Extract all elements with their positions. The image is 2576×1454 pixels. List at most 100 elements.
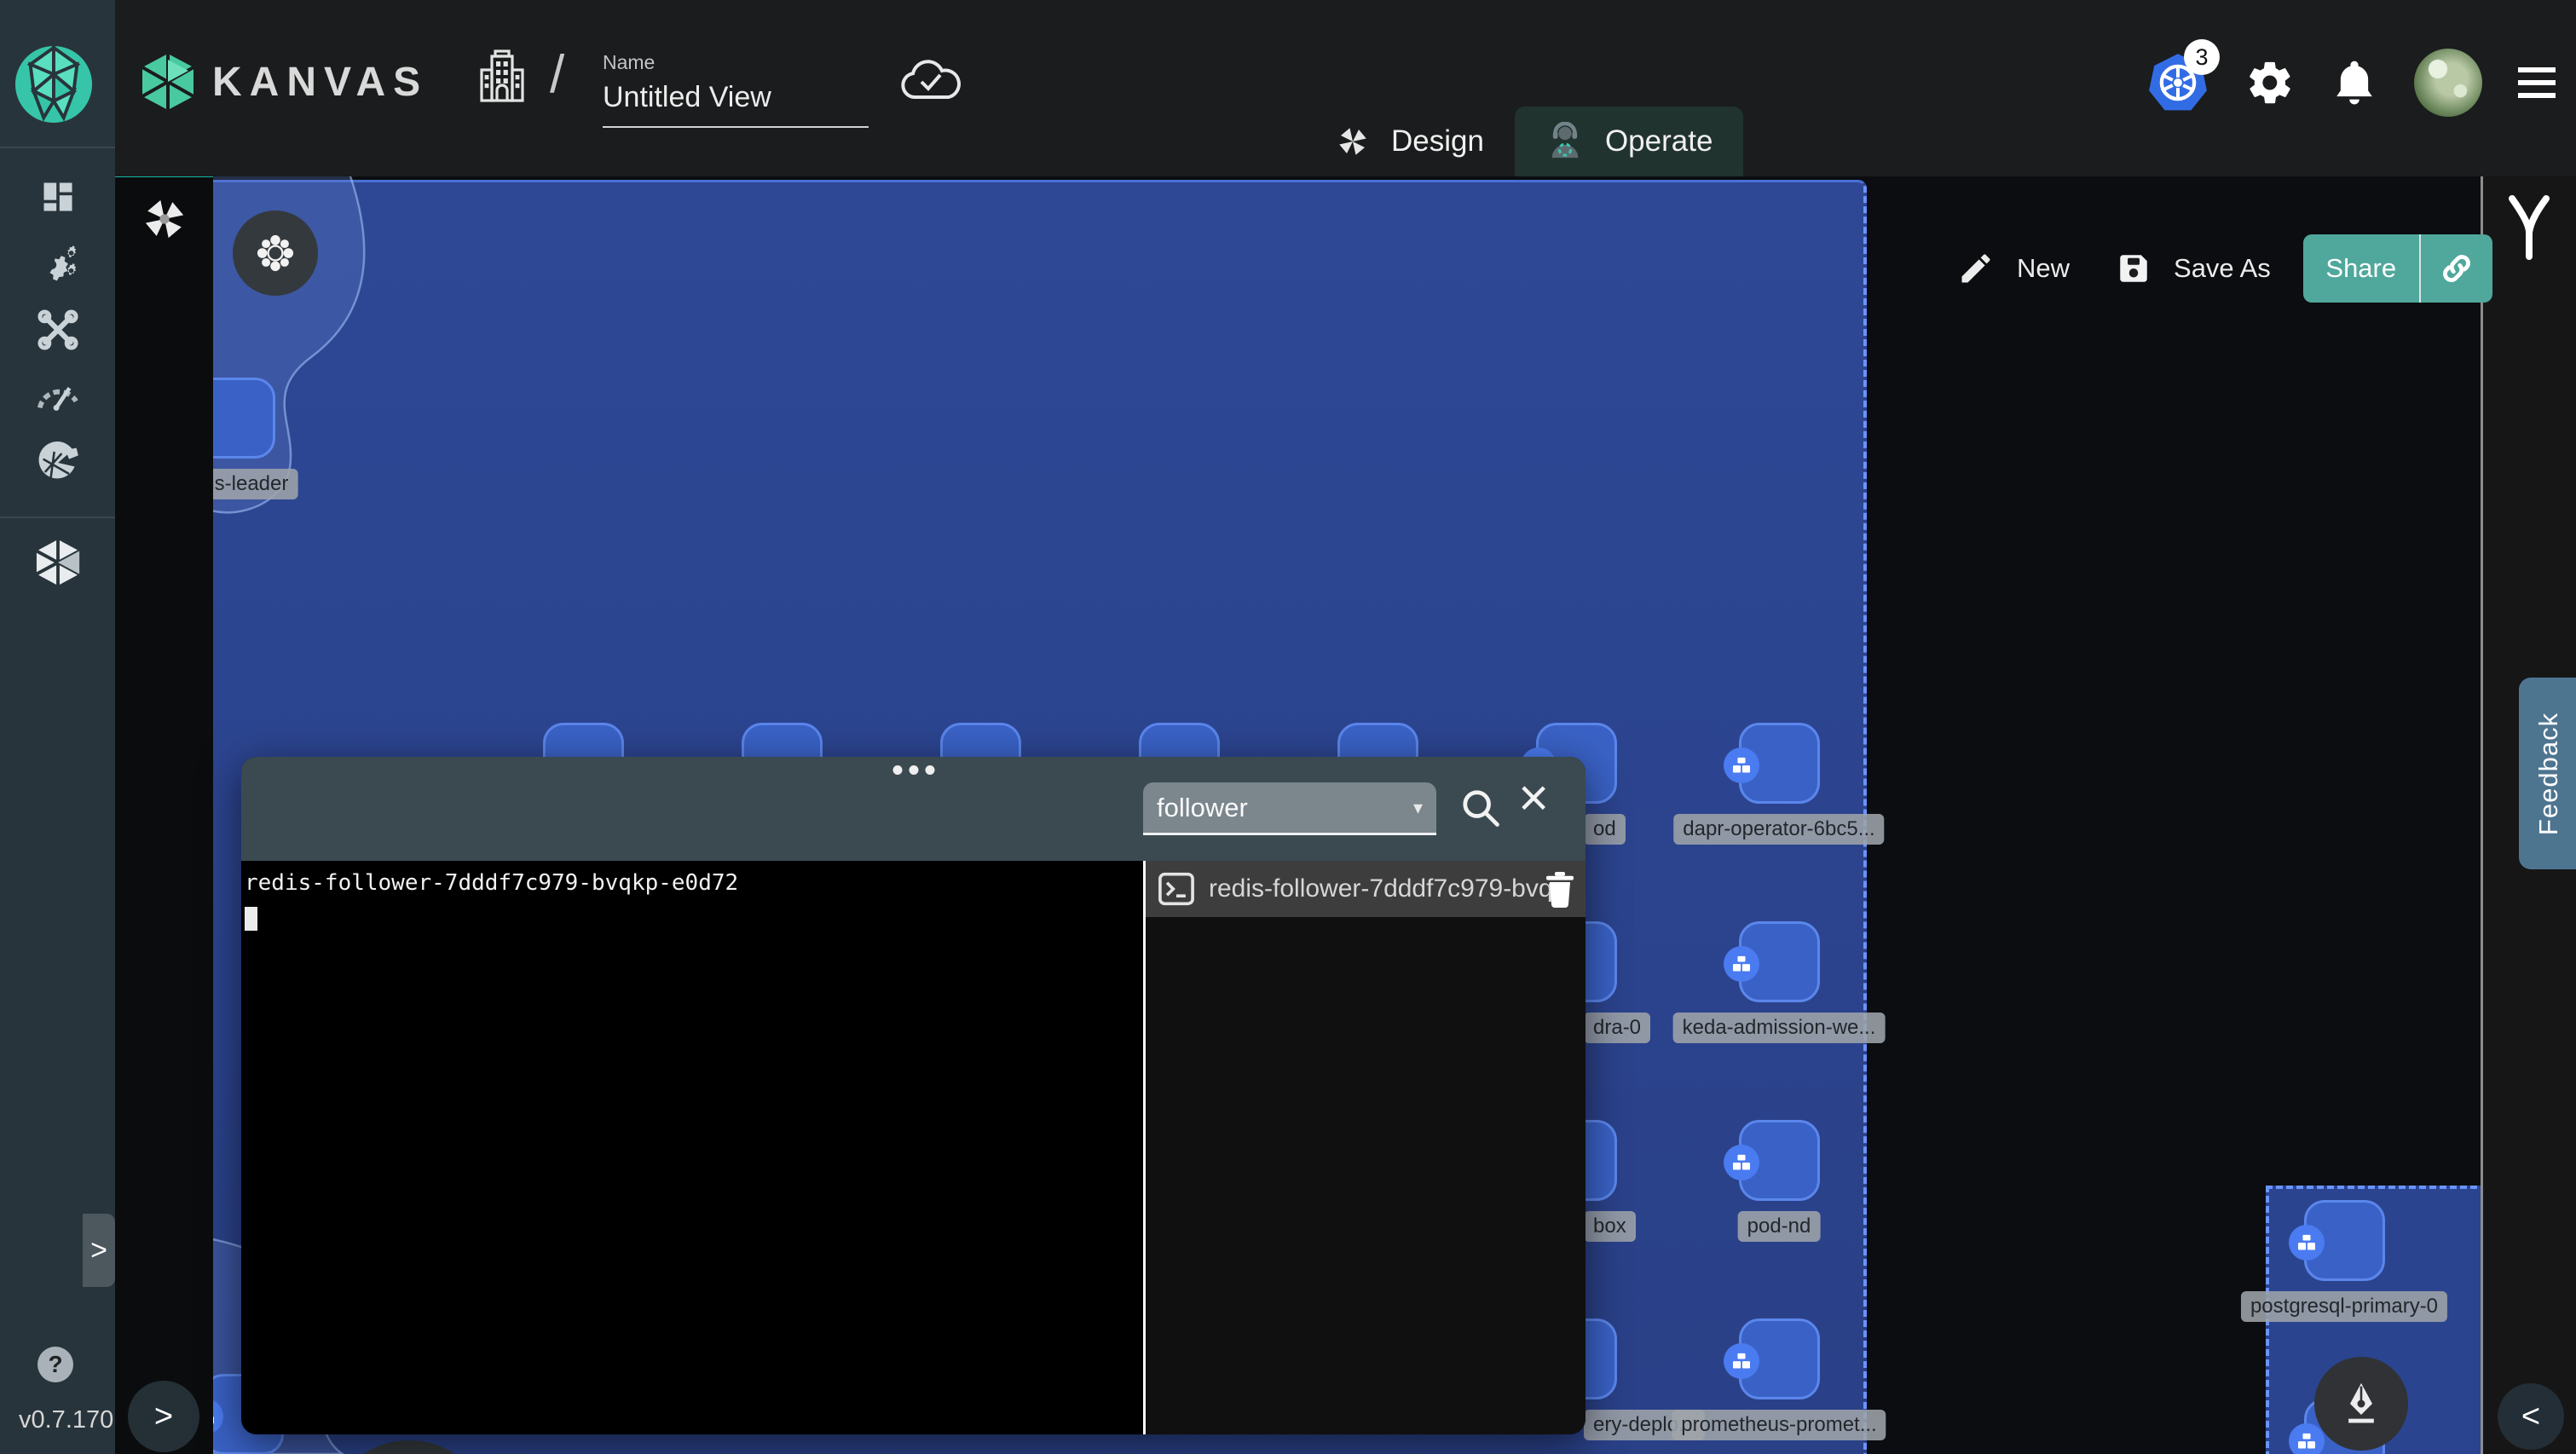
canvas-left-gutter: > bbox=[115, 174, 213, 1454]
terminal-output-line: redis-follower-7dddf7c979-bvqkp-e0d72 bbox=[245, 870, 739, 896]
pod-icon bbox=[1733, 1353, 1750, 1369]
notifications-bell-icon[interactable] bbox=[2331, 57, 2378, 108]
kanvas-logo-icon bbox=[142, 54, 194, 110]
pod-badge bbox=[1724, 1145, 1759, 1180]
share-button[interactable]: Share bbox=[2302, 234, 2492, 303]
annotate-pen-button[interactable] bbox=[2314, 1357, 2408, 1451]
breadcrumb-separator: / bbox=[550, 45, 565, 104]
pod-badge bbox=[2289, 1423, 2325, 1454]
view-name-input[interactable]: Untitled View bbox=[603, 81, 869, 114]
pod-node[interactable] bbox=[1724, 921, 1820, 1002]
app-title: KANVAS bbox=[212, 59, 429, 105]
new-pencil-icon[interactable] bbox=[1957, 250, 1995, 287]
pod-label: prometheus-promet... bbox=[1672, 1410, 1886, 1440]
copy-link-button[interactable] bbox=[2421, 234, 2492, 303]
drag-handle-icon[interactable] bbox=[892, 765, 934, 775]
pod-badge bbox=[1724, 1343, 1759, 1379]
search-input[interactable] bbox=[1157, 792, 1406, 823]
close-icon[interactable]: × bbox=[1518, 772, 1549, 825]
mode-tabs: Design Operate bbox=[1304, 107, 1744, 176]
version-label: v0.7.170 bbox=[19, 1406, 114, 1434]
name-label: Name bbox=[603, 51, 656, 73]
pod-label: box bbox=[1584, 1211, 1636, 1242]
pod-badge bbox=[1724, 946, 1759, 982]
sidebar-divider bbox=[0, 147, 115, 148]
collapse-panel-button[interactable]: < bbox=[2498, 1383, 2564, 1450]
terminal-session-row[interactable]: redis-follower-7dddf7c979-bvq bbox=[1146, 861, 1585, 917]
tab-design-label: Design bbox=[1391, 124, 1484, 158]
pod-badge bbox=[2289, 1225, 2325, 1261]
organization-icon[interactable] bbox=[480, 49, 524, 106]
meshery-logo[interactable] bbox=[14, 44, 94, 124]
feedback-tab[interactable]: Feedback bbox=[2519, 678, 2576, 869]
new-button[interactable]: New bbox=[2017, 253, 2070, 284]
sidebar-item-dashboard[interactable] bbox=[0, 176, 115, 218]
pod-label: dra-0 bbox=[1584, 1013, 1651, 1043]
pod-label: keda-admission-we... bbox=[1672, 1013, 1886, 1043]
terminal-header[interactable]: ▾ × bbox=[241, 757, 1585, 861]
terminal-body: redis-follower-7dddf7c979-bvqkp-e0d72 re… bbox=[241, 861, 1585, 1434]
pod-node[interactable] bbox=[1724, 1120, 1820, 1201]
view-name-block: Name Untitled View bbox=[603, 51, 869, 128]
sidebar-item-extensions[interactable] bbox=[0, 438, 115, 488]
flows-y-icon[interactable] bbox=[2504, 195, 2555, 262]
collapse-chevron: < bbox=[2521, 1398, 2541, 1434]
terminal-output-pane[interactable]: redis-follower-7dddf7c979-bvqkp-e0d72 bbox=[241, 861, 1143, 1434]
pod-node[interactable] bbox=[213, 378, 275, 459]
kubernetes-context-switcher[interactable]: 3 bbox=[2146, 39, 2220, 114]
next-chevron: > bbox=[153, 1398, 174, 1434]
right-rail: Feedback < bbox=[2481, 176, 2576, 1454]
search-icon[interactable] bbox=[1458, 786, 1503, 830]
wrenches-icon bbox=[37, 309, 78, 350]
pod-icon bbox=[2298, 1433, 2315, 1449]
sidebar-expand-handle[interactable]: > bbox=[83, 1214, 115, 1287]
save-as-button[interactable]: Save As bbox=[2174, 253, 2271, 284]
help-glyph: ? bbox=[48, 1351, 63, 1377]
share-label[interactable]: Share bbox=[2303, 234, 2419, 303]
sidebar-item-lifecycle[interactable] bbox=[0, 240, 115, 286]
delete-session-icon[interactable] bbox=[1543, 870, 1577, 908]
pod-label: pod-nd bbox=[1737, 1211, 1821, 1242]
pod-node[interactable] bbox=[2289, 1200, 2385, 1281]
kanvas-app: KANVAS / Name Untitled View Design Opera… bbox=[0, 0, 2576, 1454]
terminal-search-field[interactable]: ▾ bbox=[1143, 782, 1436, 835]
operate-headset-icon bbox=[1551, 122, 1579, 159]
pan-right-button[interactable]: > bbox=[128, 1381, 199, 1452]
pod-icon bbox=[1733, 1154, 1750, 1170]
chevron-down-icon[interactable]: ▾ bbox=[1413, 797, 1423, 819]
cluster-count-badge: 3 bbox=[2184, 39, 2220, 75]
user-avatar[interactable] bbox=[2414, 49, 2482, 117]
tab-operate[interactable]: Operate bbox=[1514, 107, 1744, 176]
hamburger-menu-icon[interactable] bbox=[2518, 67, 2556, 98]
design-pinwheel-icon[interactable] bbox=[141, 195, 188, 243]
pod-label: od bbox=[1584, 814, 1626, 845]
pod-node[interactable] bbox=[1724, 723, 1820, 804]
help-button[interactable]: ? bbox=[38, 1347, 73, 1382]
pod-label: redis-leader bbox=[213, 469, 298, 499]
tab-design[interactable]: Design bbox=[1304, 107, 1515, 176]
pod-icon bbox=[2298, 1234, 2315, 1250]
terminal-session-pane: redis-follower-7dddf7c979-bvq bbox=[1146, 861, 1585, 1434]
sidebar-item-performance[interactable] bbox=[0, 372, 115, 418]
tab-operate-label: Operate bbox=[1604, 124, 1713, 158]
gears-icon bbox=[47, 245, 76, 281]
feedback-label: Feedback bbox=[2533, 712, 2564, 835]
cluster-circle-node[interactable] bbox=[233, 211, 318, 296]
top-bar: KANVAS / Name Untitled View Design Opera… bbox=[115, 0, 2576, 176]
pod-badge bbox=[213, 1399, 223, 1434]
link-icon bbox=[2442, 255, 2470, 282]
pod-badge bbox=[1724, 747, 1759, 783]
kanvas-brand[interactable]: KANVAS bbox=[141, 53, 428, 111]
sidebar-item-configuration[interactable] bbox=[0, 307, 115, 353]
pod-icon bbox=[1733, 757, 1750, 773]
settings-gear-icon[interactable] bbox=[2245, 58, 2295, 107]
terminal-window[interactable]: ▾ × redis-follower-7dddf7c979-bvqkp-e0d7… bbox=[241, 757, 1585, 1434]
pod-label: postgresql-primary-0 bbox=[2240, 1291, 2448, 1322]
name-underline bbox=[603, 126, 869, 128]
pod-icon bbox=[1733, 955, 1750, 972]
terminal-icon bbox=[1158, 872, 1194, 906]
pod-node[interactable] bbox=[1724, 1318, 1820, 1399]
save-as-icon[interactable] bbox=[2116, 251, 2151, 286]
sidebar-item-kanvas[interactable] bbox=[0, 537, 115, 588]
kanvas-hexagon-icon bbox=[35, 539, 80, 586]
